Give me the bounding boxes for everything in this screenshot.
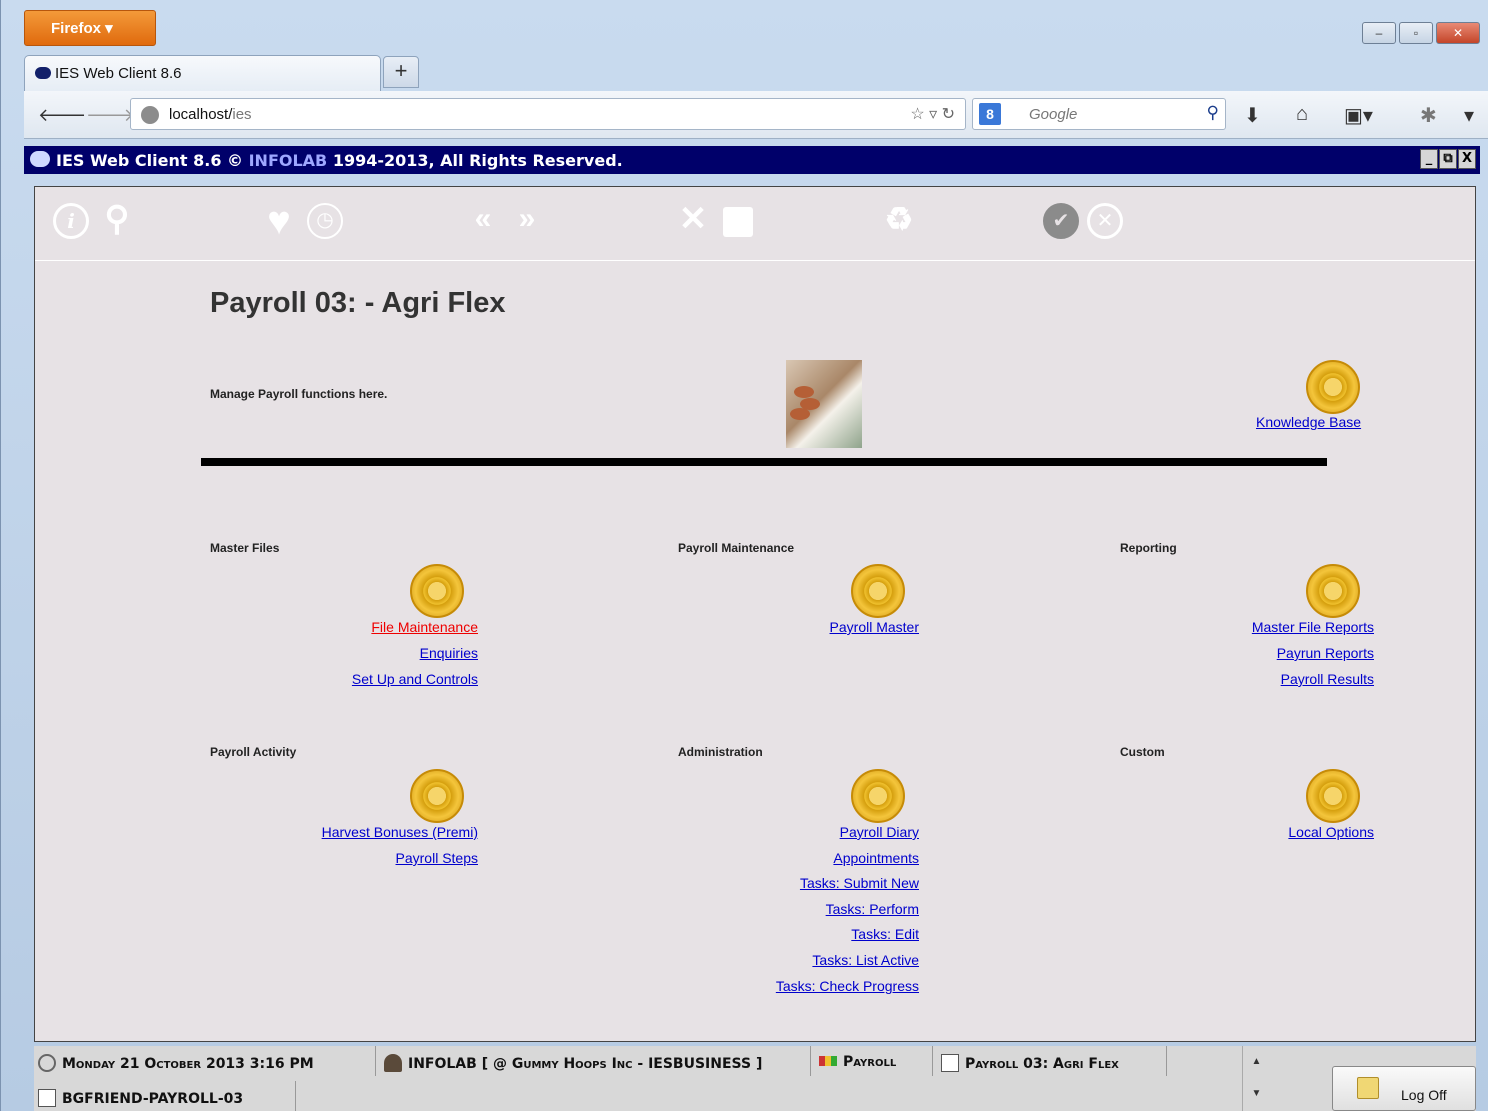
url-path: ies [232, 106, 252, 123]
knowledge-base-icon[interactable] [1306, 360, 1360, 414]
app-close-button[interactable]: X [1458, 149, 1476, 169]
forward-arrow-icon[interactable]: 🡒 [86, 105, 134, 126]
link-tasks-check-progress[interactable]: Tasks: Check Progress [776, 978, 919, 994]
clock-icon[interactable]: ◷ [307, 203, 343, 239]
link-tasks-submit-new[interactable]: Tasks: Submit New [800, 875, 919, 891]
maximize-button[interactable]: ▫ [1399, 22, 1433, 44]
link-tasks-edit[interactable]: Tasks: Edit [851, 926, 919, 942]
link-tasks-perform[interactable]: Tasks: Perform [826, 901, 919, 917]
link-enquiries[interactable]: Enquiries [420, 645, 478, 661]
search-engine-icon[interactable]: 8 [979, 103, 1001, 125]
tab-title: IES Web Client 8.6 [55, 65, 182, 82]
cancel-icon[interactable]: ✕ [1087, 203, 1123, 239]
payroll-maintenance-icon[interactable] [851, 564, 905, 618]
reporting-icon[interactable] [1306, 564, 1360, 618]
link-tasks-list-active[interactable]: Tasks: List Active [812, 952, 919, 968]
section-payroll-activity-heading: Payroll Activity [210, 745, 297, 759]
link-payroll-results[interactable]: Payroll Results [1281, 671, 1374, 687]
bookmarks-icon[interactable]: ▣▾ [1344, 103, 1373, 128]
status-session[interactable]: BGFRIEND-PAYROLL-03 [34, 1081, 296, 1111]
link-harvest-bonuses[interactable]: Harvest Bonuses (Premi) [322, 824, 478, 840]
status-datetime: Monday 21 October 2013 3:16 PM [34, 1046, 376, 1076]
status-scroller[interactable]: ▲ ▼ [1242, 1046, 1270, 1111]
window-controls: – ▫ ✕ [1362, 22, 1480, 44]
new-tab-button[interactable]: + [383, 56, 419, 88]
main-panel: i ⚲ ♥ ◷ « » ✕ ♻ ✔ ✕ Payroll 03: - Agri F… [34, 186, 1476, 1042]
master-files-icon[interactable] [410, 564, 464, 618]
link-payrun-reports[interactable]: Payrun Reports [1277, 645, 1374, 661]
section-reporting-heading: Reporting [1120, 541, 1177, 555]
app-restore-button[interactable]: ⧉ [1439, 149, 1457, 169]
section-custom-heading: Custom [1120, 745, 1165, 759]
link-set-up-and-controls[interactable]: Set Up and Controls [352, 671, 478, 687]
search-placeholder: Google [1029, 106, 1078, 123]
status-module[interactable]: Payroll [811, 1046, 933, 1076]
minimize-button[interactable]: – [1362, 22, 1396, 44]
bookmark-star-icon[interactable]: ☆ ▿ ↻ [910, 104, 955, 124]
navigation-bar: 🡐 🡒 localhost/ies ☆ ▿ ↻ 8 Google ⚲ ⬇ ⌂ ▣… [24, 91, 1488, 139]
section-payroll-maintenance-heading: Payroll Maintenance [678, 541, 795, 555]
document-icon [941, 1054, 959, 1072]
payroll-image [786, 360, 862, 448]
info-icon[interactable]: i [53, 203, 89, 239]
url-host: localhost/ [169, 106, 233, 123]
section-administration-heading: Administration [678, 745, 763, 759]
clock-icon [38, 1054, 56, 1072]
scroll-down-icon[interactable]: ▼ [1243, 1078, 1270, 1110]
globe-icon [141, 106, 159, 124]
firefox-menu-button[interactable]: Firefox ▾ [24, 10, 156, 46]
log-off-button[interactable]: Log Off [1332, 1066, 1476, 1111]
download-icon[interactable]: ⬇ [1244, 103, 1261, 128]
padlock-icon [1357, 1077, 1379, 1099]
page-description: Manage Payroll functions here. [210, 387, 388, 401]
magnifier-icon[interactable]: ⚲ [1207, 103, 1219, 123]
knowledge-base-link[interactable]: Knowledge Base [1256, 414, 1361, 430]
browser-tab[interactable]: IES Web Client 8.6 [24, 55, 381, 91]
app-toolbar: i ⚲ ♥ ◷ « » ✕ ♻ ✔ ✕ [35, 187, 1475, 261]
app-title-suffix: 1994-2013, All Rights Reserved. [327, 151, 623, 170]
administration-icon[interactable] [851, 769, 905, 823]
tools-icon[interactable]: ✕ [675, 202, 711, 239]
forward-icon[interactable]: » [509, 203, 545, 239]
section-master-files-heading: Master Files [210, 541, 280, 555]
back-arrow-icon[interactable]: 🡐 [38, 105, 86, 126]
url-bar[interactable]: localhost/ies ☆ ▿ ↻ [130, 98, 966, 130]
link-payroll-diary[interactable]: Payroll Diary [840, 824, 919, 840]
user-icon [384, 1054, 402, 1072]
link-master-file-reports[interactable]: Master File Reports [1252, 619, 1374, 635]
recycle-icon[interactable]: ♻ [881, 203, 917, 239]
addon-icon[interactable]: ✱ [1420, 103, 1437, 128]
search-icon[interactable]: ⚲ [99, 202, 135, 239]
divider [201, 458, 1327, 466]
app-title-bar: IES Web Client 8.6 © INFOLAB 1994-2013, … [24, 146, 1480, 174]
link-payroll-steps[interactable]: Payroll Steps [396, 850, 478, 866]
favourite-icon[interactable]: ♥ [261, 201, 297, 241]
accept-icon[interactable]: ✔ [1043, 203, 1079, 239]
link-payroll-master[interactable]: Payroll Master [830, 619, 919, 635]
scroll-up-icon[interactable]: ▲ [1243, 1046, 1270, 1078]
page-title: Payroll 03: - Agri Flex [210, 287, 506, 319]
app-title-brand: INFOLAB [248, 151, 328, 170]
eye-icon [35, 67, 51, 79]
home-icon[interactable]: ⌂ [1296, 103, 1308, 126]
status-bar: Monday 21 October 2013 3:16 PM INFOLAB [… [34, 1046, 1476, 1111]
eye-icon [30, 151, 50, 167]
custom-icon[interactable] [1306, 769, 1360, 823]
link-file-maintenance[interactable]: File Maintenance [371, 619, 478, 635]
window-icon[interactable] [723, 207, 753, 237]
app-minimize-button[interactable]: _ [1420, 149, 1438, 169]
close-button[interactable]: ✕ [1436, 22, 1480, 44]
link-local-options[interactable]: Local Options [1288, 824, 1374, 840]
status-document[interactable]: Payroll 03: Agri Flex [933, 1046, 1167, 1076]
app-title-prefix: IES Web Client 8.6 © [56, 151, 249, 170]
list-icon [38, 1089, 56, 1107]
app-window-controls: _ ⧉ X [1419, 149, 1476, 169]
payroll-activity-icon[interactable] [410, 769, 464, 823]
status-user: INFOLAB [ @ Gummy Hoops Inc - IESBUSINES… [376, 1046, 811, 1076]
module-icon [819, 1056, 837, 1066]
menu-chevron-icon[interactable]: ▾ [1464, 103, 1474, 128]
link-appointments[interactable]: Appointments [833, 850, 919, 866]
back-icon[interactable]: « [465, 203, 501, 239]
search-input[interactable]: 8 Google ⚲ [972, 98, 1226, 130]
